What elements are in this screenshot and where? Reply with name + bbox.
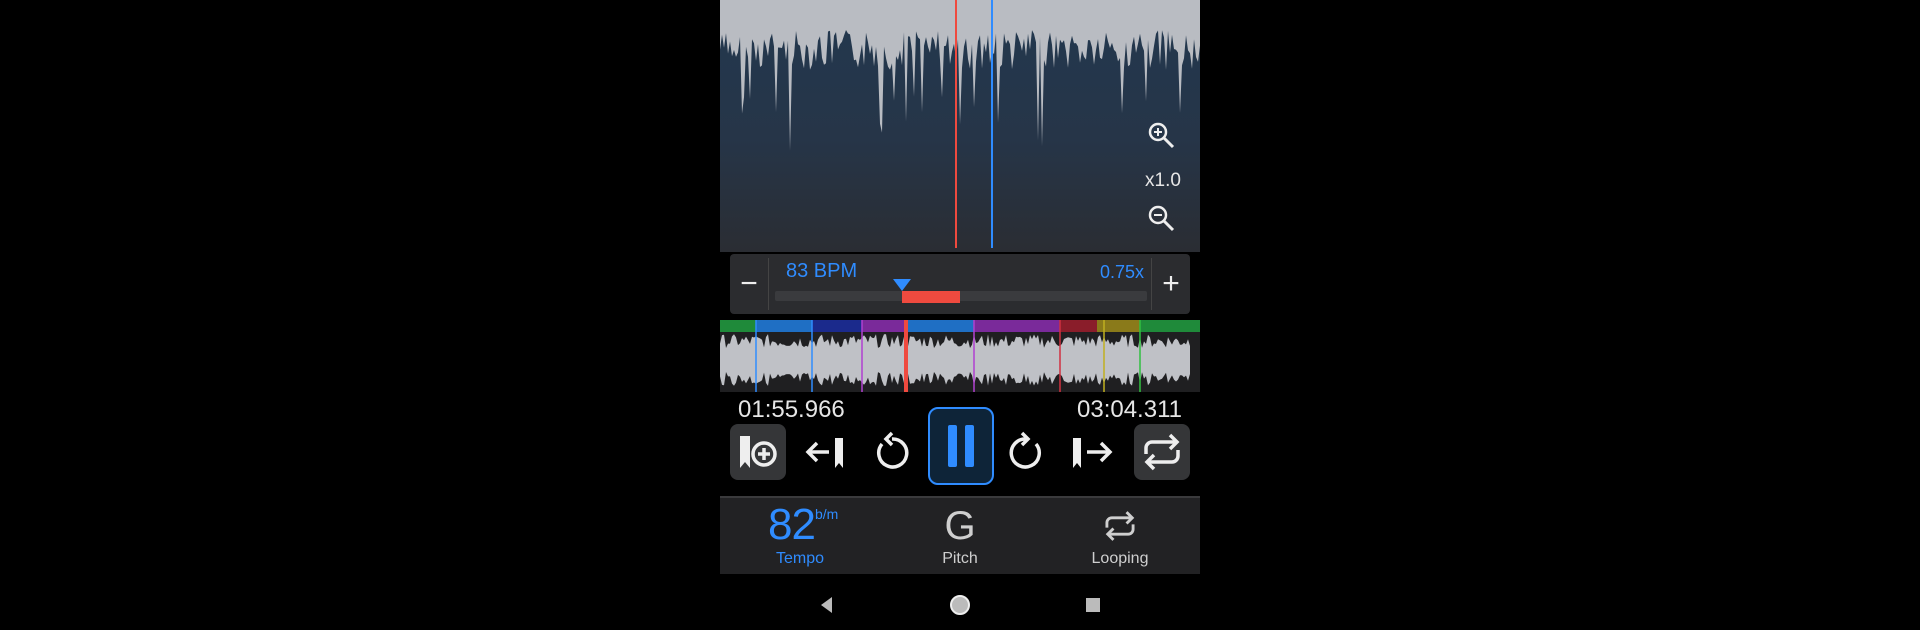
- divider: [768, 258, 769, 310]
- tempo-unit: b/m: [815, 506, 839, 522]
- forward-button[interactable]: [998, 424, 1054, 480]
- overview-waveform[interactable]: [720, 320, 1200, 392]
- tempo-track[interactable]: [775, 291, 1147, 301]
- pause-button[interactable]: [928, 407, 994, 485]
- recents-square-icon: [1086, 598, 1100, 612]
- forward-icon: [1009, 431, 1041, 469]
- tab-pitch-label: Pitch: [942, 550, 978, 567]
- zoom-out-button[interactable]: [1146, 203, 1180, 237]
- section-segment[interactable]: [862, 320, 905, 332]
- repeat-icon: [1105, 511, 1135, 541]
- repeat-icon: [1144, 433, 1180, 471]
- overview-graphic: [720, 320, 1200, 392]
- zoom-out-icon: [1148, 205, 1175, 232]
- recents-button[interactable]: [1076, 588, 1110, 622]
- tempo-increase-button[interactable]: +: [1152, 254, 1190, 314]
- waveform-peaks: [720, 0, 1200, 151]
- system-navbar: [720, 580, 1200, 630]
- section-segment[interactable]: [812, 320, 862, 332]
- bookmark-add-icon: [740, 436, 777, 468]
- tempo-range-fill: [902, 291, 960, 303]
- tab-tempo[interactable]: 82 b/m Tempo: [720, 498, 880, 574]
- section-segment[interactable]: [756, 320, 812, 332]
- app-screen: x1.0 − 83 BPM 0.75x + 01:55.966 03:04.31…: [720, 0, 1200, 630]
- back-button[interactable]: [810, 588, 844, 622]
- waveform-graphic: [720, 0, 1200, 248]
- zoom-in-icon: [1148, 122, 1175, 149]
- transport-controls: [720, 402, 1200, 492]
- tempo-marker-icon[interactable]: [893, 279, 911, 291]
- home-button[interactable]: [943, 588, 977, 622]
- speed-label: 0.75x: [1099, 262, 1144, 282]
- home-circle-icon: [950, 595, 970, 615]
- tempo-slider-panel: − 83 BPM 0.75x +: [730, 254, 1190, 314]
- add-marker-button[interactable]: [730, 424, 786, 480]
- rewind-button[interactable]: [864, 424, 920, 480]
- section-segment[interactable]: [720, 320, 756, 332]
- next-marker-button[interactable]: [1064, 424, 1120, 480]
- jump-forward-marker-icon: [1073, 438, 1113, 468]
- tab-looping[interactable]: Looping: [1040, 498, 1200, 574]
- back-triangle-icon: [821, 597, 832, 613]
- zoom-level: x1.0: [1145, 170, 1181, 191]
- jump-back-marker-icon: [805, 438, 843, 468]
- section-segment[interactable]: [1060, 320, 1097, 332]
- tempo-decrease-button[interactable]: −: [730, 254, 768, 314]
- loop-toggle-button[interactable]: [1134, 424, 1190, 480]
- tempo-value: 82: [768, 500, 816, 549]
- pitch-value: G: [944, 504, 976, 548]
- section-segment[interactable]: [905, 320, 974, 332]
- pause-icon: [948, 425, 974, 467]
- bpm-label: 83 BPM: [786, 260, 858, 282]
- previous-marker-button[interactable]: [798, 424, 854, 480]
- tab-pitch[interactable]: G Pitch: [880, 498, 1040, 574]
- tab-looping-label: Looping: [1091, 550, 1149, 567]
- section-segment[interactable]: [974, 320, 1060, 332]
- section-segment[interactable]: [1140, 320, 1200, 332]
- tab-tempo-label: Tempo: [775, 550, 825, 567]
- overview-playhead[interactable]: [904, 320, 908, 392]
- main-waveform[interactable]: x1.0: [720, 0, 1200, 252]
- rewind-icon: [877, 431, 909, 469]
- bottom-tabs: 82 b/m Tempo G Pitch Looping: [720, 498, 1200, 574]
- zoom-in-button[interactable]: [1146, 120, 1180, 154]
- overview-peaks: [720, 334, 1190, 386]
